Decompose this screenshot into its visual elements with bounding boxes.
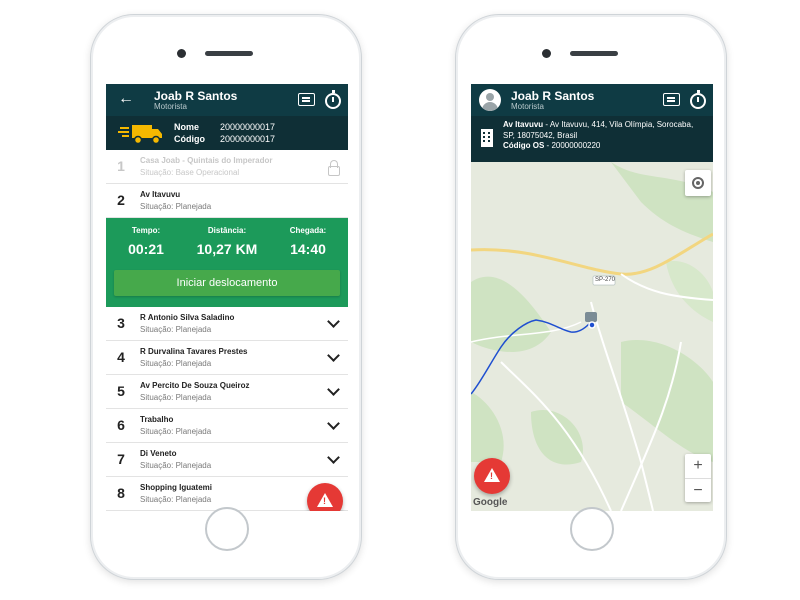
driver-name: Joab R Santos [154,89,238,103]
zoom-out-button[interactable]: − [685,478,711,502]
vehicle-code-value: 20000000017 [220,134,276,144]
vehicle-code-label: Código [174,134,205,144]
os-code-value: - 20000000220 [544,141,601,150]
earpiece-speaker [205,51,253,56]
driver-role: Motorista [511,102,544,111]
back-arrow-icon[interactable]: ← [118,91,134,107]
trip-distance-label: Distância: [207,226,247,235]
stop-number: 1 [117,158,125,174]
stop-status: Situação: Base Operacional [140,168,240,177]
stop-number: 3 [117,315,125,331]
stop-row[interactable]: 6 Trabalho Situação: Planejada [106,409,348,443]
stop-name: Di Veneto [140,449,177,458]
locate-button[interactable] [685,170,711,196]
map-canvas [471,162,713,511]
stop-number: 6 [117,417,125,433]
stop-number: 2 [117,192,125,208]
earpiece-speaker [570,51,618,56]
stop-number: 8 [117,485,125,501]
destination-name: Av Itavuvu [503,120,544,129]
start-trip-button[interactable]: Iniciar deslocamento [114,270,340,296]
trip-time-value: 00:21 [128,241,164,257]
phone-frame-left: ← Joab R Santos Motorista Nome Código 20… [90,14,362,580]
driver-role: Motorista [154,102,187,111]
vehicle-info-bar: Nome Código 20000000017 20000000017 [106,116,348,150]
home-button[interactable] [205,507,249,551]
stop-row: 1 Casa Joab - Quintais do Imperador Situ… [106,150,348,184]
stop-name: R Durvalina Tavares Prestes [140,347,248,356]
stop-status: Situação: Planejada [140,461,212,470]
stop-number: 5 [117,383,125,399]
warning-icon [317,493,333,507]
chevron-down-icon[interactable] [327,349,340,362]
trip-time-label: Tempo: [131,226,161,235]
trip-arrival-value: 14:40 [290,241,326,257]
lock-icon [328,160,340,176]
stop-row[interactable]: 5 Av Percito De Souza Queiroz Situação: … [106,375,348,409]
avatar[interactable] [479,89,501,111]
front-camera [542,49,551,58]
truck-icon [118,125,162,145]
app-header: Joab R Santos Motorista [471,84,713,116]
app-header: ← Joab R Santos Motorista [106,84,348,116]
zoom-in-button[interactable]: + [685,454,711,478]
stop-name: Casa Joab - Quintais do Imperador [140,156,273,165]
stop-status: Situação: Planejada [140,325,212,334]
stop-number: 7 [117,451,125,467]
stop-status: Situação: Planejada [140,393,212,402]
front-camera [177,49,186,58]
stopwatch-icon[interactable] [325,90,341,109]
vehicle-name-label: Nome [174,122,200,132]
stop-number: 4 [117,349,125,365]
destination-info-bar: Av Itavuvu - Av Itavuvu, 414, Vila Olímp… [471,116,713,162]
destination-marker-icon [585,312,597,322]
driver-name: Joab R Santos [511,89,595,103]
stop-row[interactable]: 3 R Antonio Silva Saladino Situação: Pla… [106,307,348,341]
stops-list-screen: ← Joab R Santos Motorista Nome Código 20… [106,84,348,511]
chevron-down-icon[interactable] [327,417,340,430]
chat-icon[interactable] [298,93,315,106]
chevron-down-icon[interactable] [327,451,340,464]
stop-name: Shopping Iguatemi [140,483,212,492]
warning-icon [484,468,500,482]
alert-fab-button[interactable] [307,483,343,511]
stop-row[interactable]: 7 Di Veneto Situação: Planejada [106,443,348,477]
chevron-down-icon[interactable] [327,315,340,328]
trip-arrival-label: Chegada: [289,226,327,235]
stop-status: Situação: Planejada [140,427,212,436]
stop-name: Av Percito De Souza Queiroz [140,381,250,390]
road-label: SP-270 [595,277,616,283]
route-map[interactable]: SP-270 + − Google [471,162,713,511]
stop-status: Situação: Planejada [140,202,212,211]
stop-name: Trabalho [140,415,174,424]
vehicle-name-value: 20000000017 [220,122,276,132]
stop-status: Situação: Planejada [140,495,212,504]
stop-row-active[interactable]: 2 Av Itavuvu Situação: Planejada [106,184,348,218]
home-button[interactable] [570,507,614,551]
trip-distance-value: 10,27 KM [196,241,258,257]
stop-row[interactable]: 4 R Durvalina Tavares Prestes Situação: … [106,341,348,375]
map-screen: Joab R Santos Motorista Av Itavuvu - Av … [471,84,713,511]
stopwatch-icon[interactable] [690,90,706,109]
os-code-label: Código OS [503,141,545,150]
stop-name: R Antonio Silva Saladino [140,313,235,322]
chevron-down-icon[interactable] [327,383,340,396]
alert-fab-button[interactable] [474,458,510,494]
phone-frame-right: Joab R Santos Motorista Av Itavuvu - Av … [455,14,727,580]
stop-status: Situação: Planejada [140,359,212,368]
building-icon [481,129,493,147]
zoom-control: + − [685,454,711,502]
stop-name: Av Itavuvu [140,190,181,199]
chat-icon[interactable] [663,93,680,106]
trip-summary-panel: Tempo: 00:21 Distância: 10,27 KM Chegada… [106,218,348,307]
my-location-icon [692,177,704,189]
google-attribution: Google [473,497,508,508]
